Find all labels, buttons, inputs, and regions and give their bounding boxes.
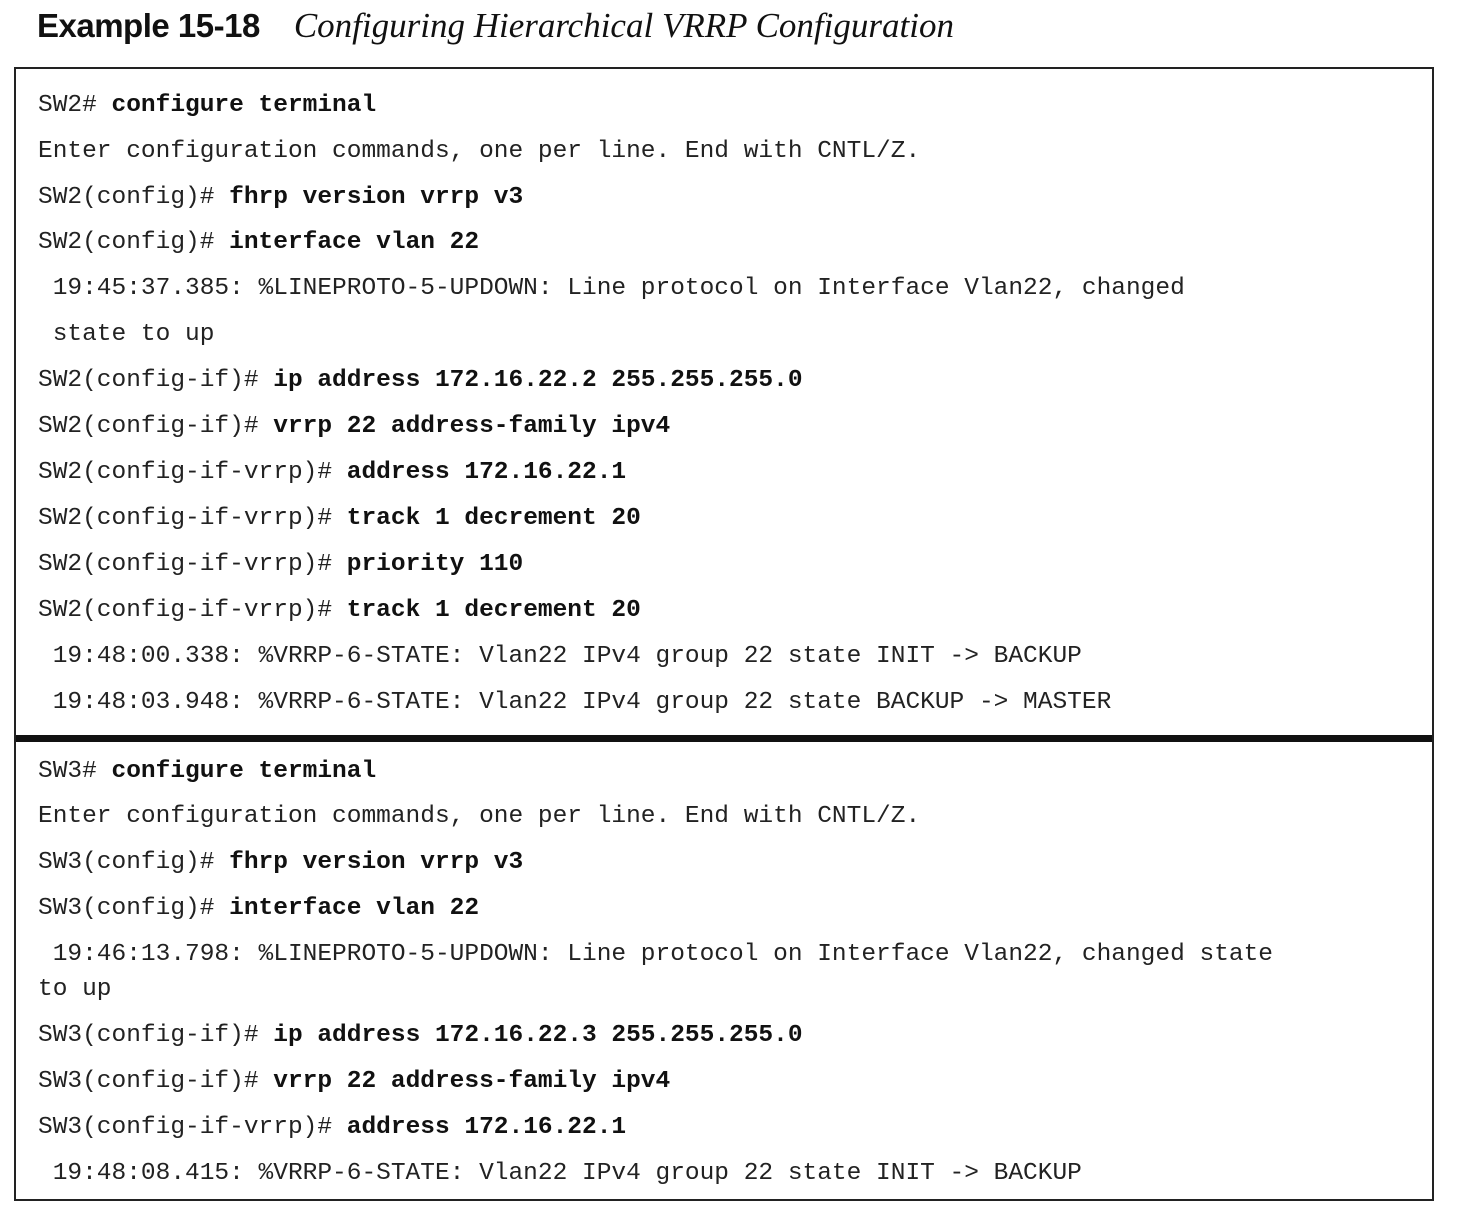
cli-command: track 1 decrement 20 [346, 505, 641, 532]
sw2-line-3: SW2(config)# fhrp version vrrp v3 [38, 180, 523, 215]
sw2-line-14: 19:48:03.948: %VRRP-6-STATE: Vlan22 IPv4… [38, 689, 1112, 716]
cli-prompt: SW2(config-if-vrrp)# [38, 505, 347, 532]
sw2-line-6: state to up [38, 321, 215, 348]
sw2-line-8: SW2(config-if)# vrrp 22 address-family i… [38, 409, 670, 444]
sw2-line-12: SW2(config-if-vrrp)# track 1 decrement 2… [38, 593, 641, 628]
section-divider [16, 735, 1432, 742]
cli-prompt: SW2(config)# [38, 229, 230, 256]
cli-prompt: SW2(config-if-vrrp)# [38, 459, 347, 486]
cli-command: address 172.16.22.1 [346, 1114, 627, 1141]
cli-prompt: SW3(config-if)# [38, 1068, 274, 1095]
cli-command: priority 110 [346, 551, 524, 578]
cli-prompt: SW2(config)# [38, 184, 230, 211]
cli-command: configure terminal [111, 92, 377, 119]
cli-prompt: SW3(config)# [38, 849, 230, 876]
sw3-line-7: SW3(config-if)# vrrp 22 address-family i… [38, 1064, 670, 1099]
sw2-line-1: SW2# configure terminal [38, 88, 376, 123]
sw2-line-10: SW2(config-if-vrrp)# track 1 decrement 2… [38, 501, 641, 536]
sw2-line-7: SW2(config-if)# ip address 172.16.22.2 2… [38, 363, 803, 398]
cli-command: fhrp version vrrp v3 [229, 184, 524, 211]
cli-prompt: SW3# [38, 758, 112, 785]
cli-command: interface vlan 22 [229, 895, 480, 922]
cli-prompt: SW2(config-if-vrrp)# [38, 551, 347, 578]
sw2-line-4: SW2(config)# interface vlan 22 [38, 225, 479, 260]
cli-command: vrrp 22 address-family ipv4 [273, 413, 671, 440]
cli-command: track 1 decrement 20 [346, 597, 641, 624]
sw3-line-4: SW3(config)# interface vlan 22 [38, 891, 479, 926]
cli-command: address 172.16.22.1 [346, 459, 627, 486]
cli-command: fhrp version vrrp v3 [229, 849, 524, 876]
cli-prompt: SW3(config-if)# [38, 1022, 274, 1049]
sw2-line-2: Enter configuration commands, one per li… [38, 138, 921, 165]
sw3-line-3: SW3(config)# fhrp version vrrp v3 [38, 845, 523, 880]
cli-command: ip address 172.16.22.3 255.255.255.0 [273, 1022, 803, 1049]
cli-prompt: SW2# [38, 92, 112, 119]
sw2-line-9: SW2(config-if-vrrp)# address 172.16.22.1 [38, 455, 626, 490]
cli-prompt: SW2(config-if)# [38, 413, 274, 440]
sw2-line-5: 19:45:37.385: %LINEPROTO-5-UPDOWN: Line … [38, 275, 1185, 302]
sw3-line-9: 19:48:08.415: %VRRP-6-STATE: Vlan22 IPv4… [38, 1160, 1082, 1187]
example-caption: Example 15-18 Configuring Hierarchical V… [37, 6, 954, 46]
cli-prompt: SW2(config-if-vrrp)# [38, 597, 347, 624]
sw3-line-5: 19:46:13.798: %LINEPROTO-5-UPDOWN: Line … [38, 941, 1274, 1003]
cli-prompt: SW2(config-if)# [38, 367, 274, 394]
cli-prompt: SW3(config-if-vrrp)# [38, 1114, 347, 1141]
sw2-line-13: 19:48:00.338: %VRRP-6-STATE: Vlan22 IPv4… [38, 643, 1082, 670]
example-title: Configuring Hierarchical VRRP Configurat… [293, 6, 954, 45]
sw3-line-8: SW3(config-if-vrrp)# address 172.16.22.1 [38, 1110, 626, 1145]
cli-prompt: SW3(config)# [38, 895, 230, 922]
sw2-line-11: SW2(config-if-vrrp)# priority 110 [38, 547, 523, 582]
cli-output-box: SW2# configure terminal Enter configurat… [14, 67, 1434, 1201]
cli-command: configure terminal [111, 758, 377, 785]
example-number: Example 15-18 [37, 7, 260, 44]
sw3-line-6: SW3(config-if)# ip address 172.16.22.3 2… [38, 1018, 803, 1053]
sw3-line-2: Enter configuration commands, one per li… [38, 803, 921, 830]
cli-command: interface vlan 22 [229, 229, 480, 256]
cli-command: vrrp 22 address-family ipv4 [273, 1068, 671, 1095]
cli-command: ip address 172.16.22.2 255.255.255.0 [273, 367, 803, 394]
sw3-line-1: SW3# configure terminal [38, 754, 376, 789]
